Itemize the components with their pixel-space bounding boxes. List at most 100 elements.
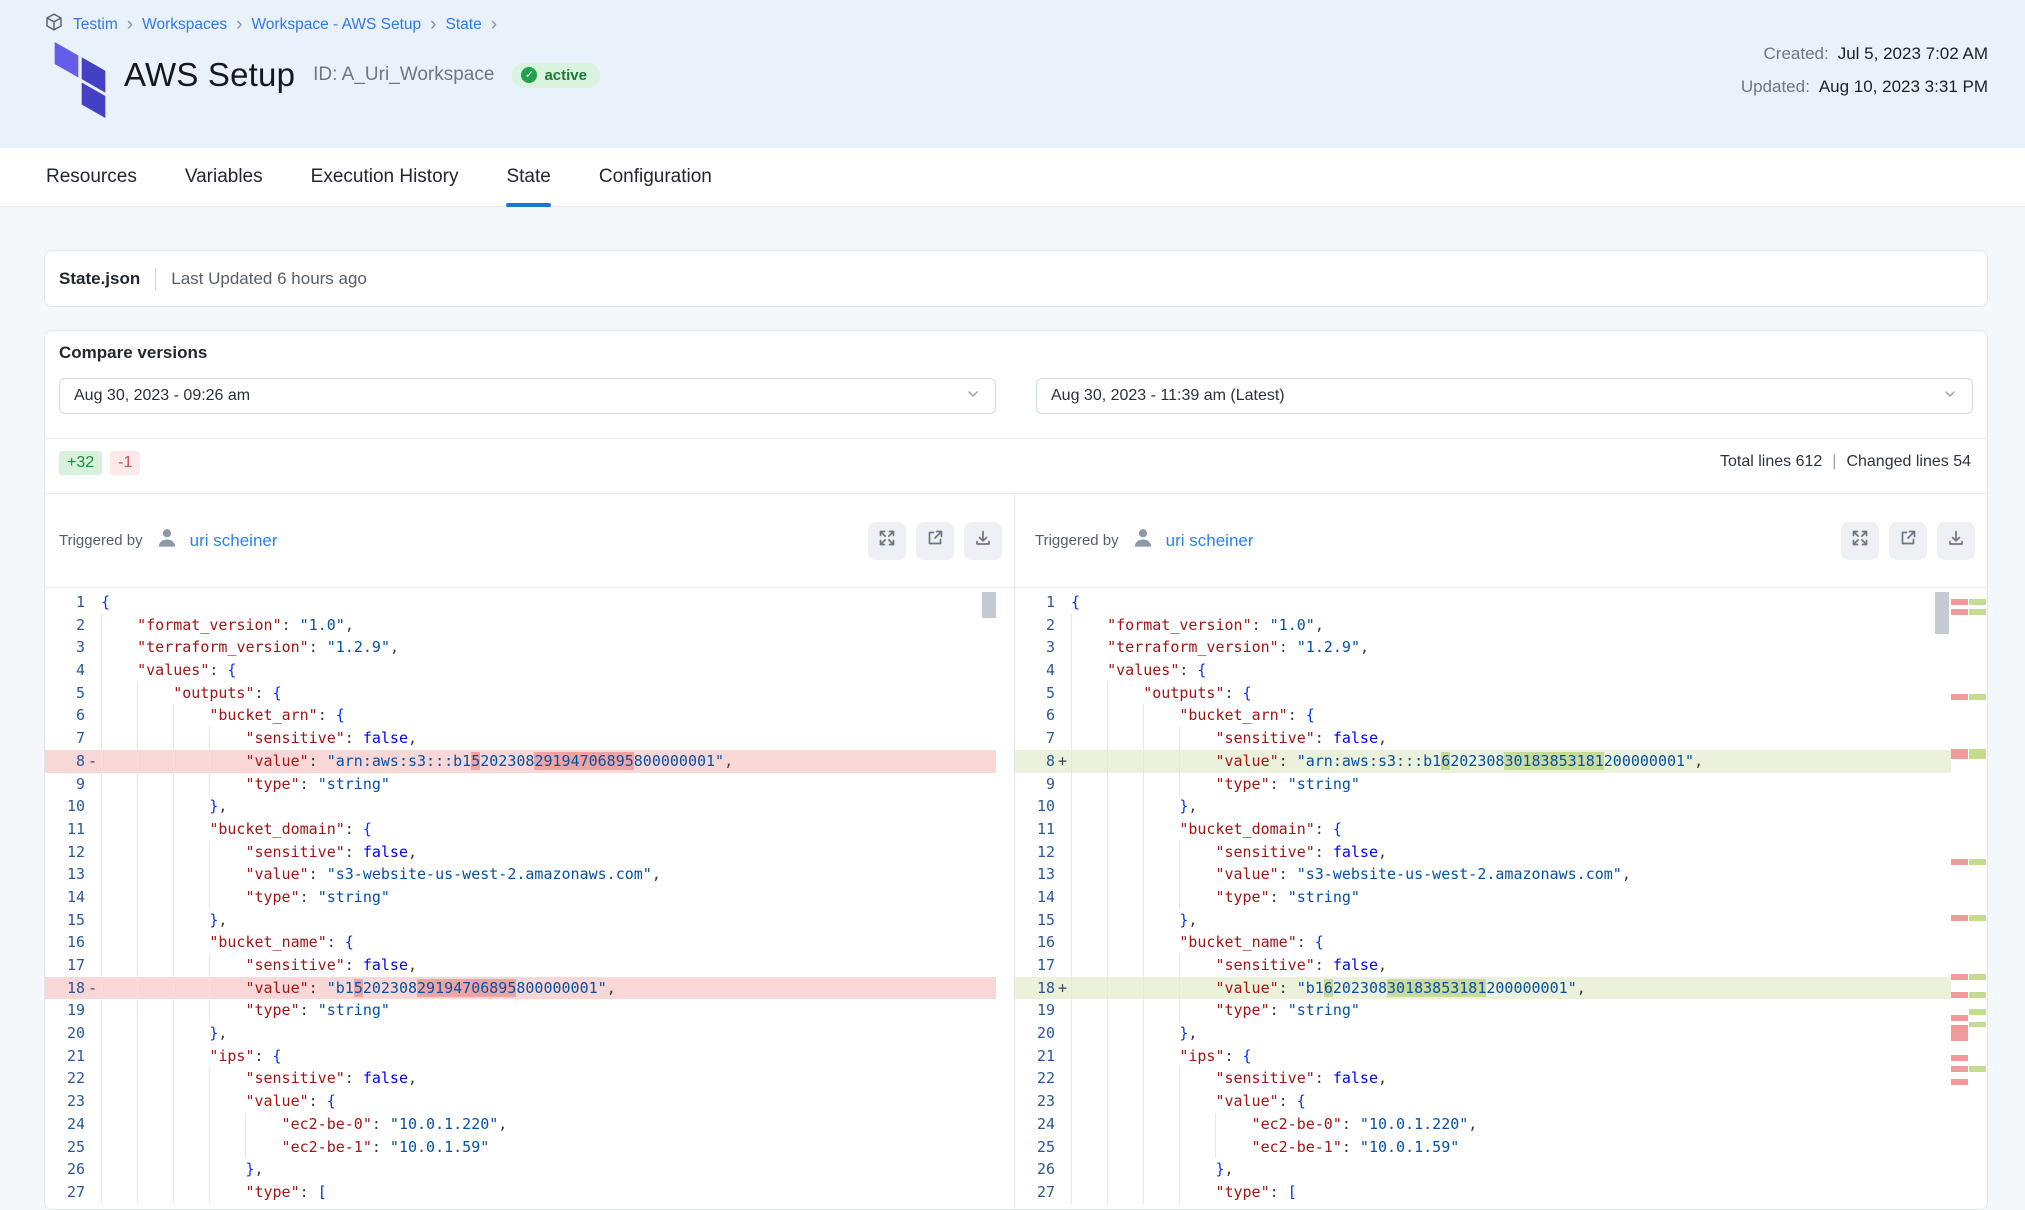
triggered-by-user[interactable]: uri scheiner xyxy=(190,531,278,551)
indent-guide xyxy=(209,886,245,909)
diff-panel-right: Triggered by uri scheiner 1{2"format_ver… xyxy=(1014,494,1987,1209)
indent-guide xyxy=(137,909,173,932)
line-number: 13 xyxy=(45,863,85,886)
indent-guide xyxy=(1071,1181,1107,1204)
line-number: 22 xyxy=(1015,1067,1055,1090)
indent-guide xyxy=(1143,841,1179,864)
code-line: 1{ xyxy=(1015,591,1951,614)
code-line: 2"format_version": "1.0", xyxy=(1015,614,1951,637)
indent-guide xyxy=(209,977,245,1000)
open-in-new-button[interactable] xyxy=(1889,522,1927,560)
code-line: 13"value": "s3-website-us-west-2.amazona… xyxy=(1015,863,1951,886)
added-lines-badge: +32 xyxy=(59,451,102,475)
indent-guide xyxy=(173,999,209,1022)
breadcrumb-link[interactable]: Workspaces xyxy=(142,16,227,34)
code-line: 19"type": "string" xyxy=(45,999,996,1022)
line-number: 18 xyxy=(45,977,85,1000)
indent-guide xyxy=(1179,954,1215,977)
open-in-new-icon xyxy=(1898,528,1918,553)
indent-guide xyxy=(101,1045,137,1068)
indent-guide xyxy=(101,999,137,1022)
indent-guide xyxy=(173,795,209,818)
breadcrumb-link[interactable]: Workspace - AWS Setup xyxy=(251,16,421,34)
download-button[interactable] xyxy=(1937,522,1975,560)
line-number: 25 xyxy=(45,1136,85,1159)
tab-label: Execution History xyxy=(311,166,459,188)
line-number: 6 xyxy=(1015,704,1055,727)
indent-guide xyxy=(101,636,137,659)
line-number: 15 xyxy=(45,909,85,932)
indent-guide xyxy=(209,1136,245,1159)
line-number: 5 xyxy=(45,682,85,705)
indent-guide xyxy=(1143,1158,1179,1181)
triggered-by-user[interactable]: uri scheiner xyxy=(1166,531,1254,551)
code-line: 17"sensitive": false, xyxy=(45,954,996,977)
breadcrumb-link[interactable]: Testim xyxy=(73,16,118,34)
indent-guide xyxy=(173,1022,209,1045)
indent-guide xyxy=(101,773,137,796)
indent-guide xyxy=(137,863,173,886)
diff-marker xyxy=(1055,954,1071,977)
download-button[interactable] xyxy=(964,522,1002,560)
indent-guide xyxy=(1071,931,1107,954)
scrollbar-thumb[interactable] xyxy=(1935,592,1949,634)
diff-marker xyxy=(85,886,101,909)
indent-guide xyxy=(173,1136,209,1159)
indent-guide xyxy=(1179,750,1215,773)
indent-guide xyxy=(1107,795,1143,818)
ruler-removed-mark xyxy=(1951,1079,1968,1085)
diff-marker xyxy=(85,841,101,864)
indent-guide xyxy=(1179,977,1215,1000)
indent-guide xyxy=(1107,1045,1143,1068)
diff-marker xyxy=(85,1045,101,1068)
tab-execution-history[interactable]: Execution History xyxy=(287,148,483,206)
indent-guide xyxy=(173,750,209,773)
open-in-new-button[interactable] xyxy=(916,522,954,560)
version-select-right[interactable]: Aug 30, 2023 - 11:39 am (Latest) xyxy=(1036,378,1973,414)
breadcrumb-items: Testim›Workspaces›Workspace - AWS Setup›… xyxy=(73,16,497,34)
indent-guide xyxy=(1179,727,1215,750)
diff-marker xyxy=(85,818,101,841)
version-select-left[interactable]: Aug 30, 2023 - 09:26 am xyxy=(59,378,996,414)
indent-guide xyxy=(1107,841,1143,864)
state-file-updated: Last Updated 6 hours ago xyxy=(171,269,367,289)
ruler-removed-mark xyxy=(1951,1055,1968,1061)
scrollbar-thumb[interactable] xyxy=(982,592,996,618)
indent-guide xyxy=(1143,977,1179,1000)
tab-state[interactable]: State xyxy=(482,148,574,206)
tab-label: Variables xyxy=(185,166,263,188)
tab-configuration[interactable]: Configuration xyxy=(575,148,736,206)
code-line: 12"sensitive": false, xyxy=(45,841,996,864)
header: Testim›Workspaces›Workspace - AWS Setup›… xyxy=(0,0,2025,148)
expand-button[interactable] xyxy=(1841,522,1879,560)
created-label: Created: xyxy=(1764,44,1829,63)
line-number: 7 xyxy=(1015,727,1055,750)
tab-variables[interactable]: Variables xyxy=(161,148,287,206)
indent-guide xyxy=(173,1090,209,1113)
line-number: 8 xyxy=(1015,750,1055,773)
indent-guide xyxy=(1179,1067,1215,1090)
diff-marker xyxy=(1055,795,1071,818)
indent-guide xyxy=(137,1022,173,1045)
indent-guide xyxy=(137,1158,173,1181)
indent-guide xyxy=(173,886,209,909)
indent-guide xyxy=(101,704,137,727)
version-select-right-value: Aug 30, 2023 - 11:39 am (Latest) xyxy=(1051,387,1285,405)
indent-guide xyxy=(209,750,245,773)
code-line: 14"type": "string" xyxy=(1015,886,1951,909)
diff-marker xyxy=(85,999,101,1022)
ruler-removed-mark xyxy=(1951,915,1968,921)
ruler-removed-mark xyxy=(1951,609,1968,615)
chevron-down-icon xyxy=(965,386,981,407)
ruler-removed-mark xyxy=(1951,974,1968,980)
diff-marker xyxy=(1055,704,1071,727)
indent-guide xyxy=(1179,863,1215,886)
breadcrumb: Testim›Workspaces›Workspace - AWS Setup›… xyxy=(44,12,497,37)
indent-guide xyxy=(173,773,209,796)
expand-button[interactable] xyxy=(868,522,906,560)
breadcrumb-link[interactable]: State xyxy=(446,16,482,34)
indent-guide xyxy=(137,727,173,750)
indent-guide xyxy=(1143,886,1179,909)
tab-resources[interactable]: Resources xyxy=(22,148,161,206)
indent-guide xyxy=(1071,659,1107,682)
